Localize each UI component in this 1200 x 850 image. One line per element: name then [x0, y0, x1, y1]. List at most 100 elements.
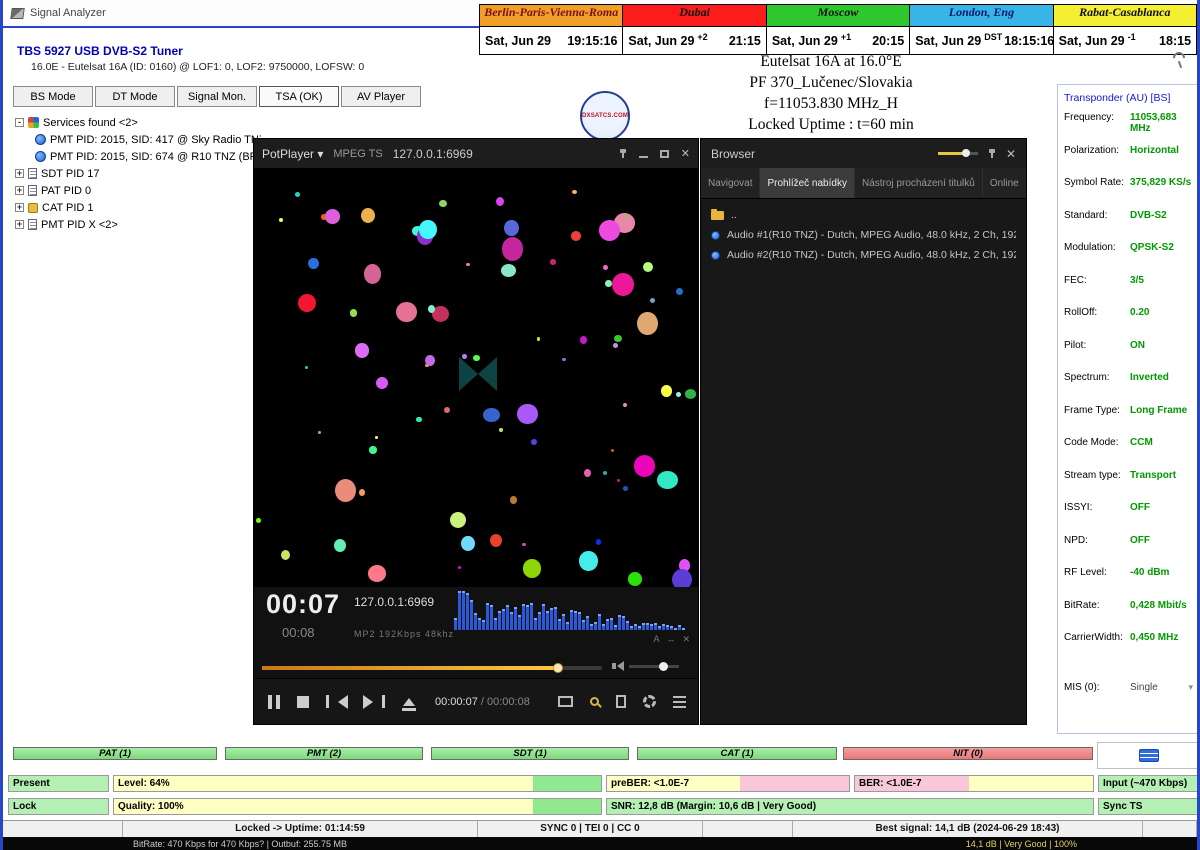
- opacity-knob[interactable]: [962, 149, 970, 157]
- stream-url-label: 127.0.0.1:6969: [393, 147, 473, 161]
- collapse-icon[interactable]: -: [15, 118, 24, 127]
- expand-icon[interactable]: +: [15, 169, 24, 178]
- pid-bar-cat-1: CAT (1): [637, 747, 837, 760]
- seek-bar[interactable]: [262, 666, 602, 670]
- eject-button[interactable]: [402, 692, 416, 711]
- browser-tab-n-stroj-proch-zen-titulk[interactable]: Nástroj procházení titulků: [855, 168, 983, 198]
- statusbar-cell: Best signal: 14,1 dB (2024-06-29 18:43): [793, 821, 1143, 837]
- volume-control[interactable]: [612, 661, 679, 671]
- tree-item-pmt-pid-2015-sid-674-r10-tnz[interactable]: PMT PID: 2015, SID: 674 @ R10 TNZ (BP-TN…: [11, 148, 261, 165]
- clock-time: 21:15: [729, 34, 761, 48]
- screen-button[interactable]: [558, 696, 573, 707]
- param-label: Symbol Rate:: [1064, 177, 1130, 188]
- transponder-row-symbol-rate: Symbol Rate:375,829 KS/s: [1058, 175, 1199, 208]
- tree-item-sdt-pid-17[interactable]: +SDT PID 17: [11, 165, 261, 182]
- opacity-slider[interactable]: [938, 152, 978, 155]
- param-value: Horizontal: [1130, 145, 1193, 156]
- tree-item-services-found-2[interactable]: -Services found <2>: [11, 114, 261, 131]
- pin-icon[interactable]: [988, 149, 996, 158]
- tab-signal-mon[interactable]: Signal Mon.: [177, 86, 257, 107]
- browser-window-buttons: ✕: [938, 147, 1016, 161]
- seek-knob[interactable]: [553, 663, 563, 673]
- next-button[interactable]: [363, 695, 387, 709]
- transponder-row-polarization: Polarization:Horizontal: [1058, 143, 1199, 176]
- clock-offset: DST: [984, 32, 1002, 42]
- clock-time: 19:15:16: [567, 34, 617, 48]
- video-shape: [478, 357, 497, 391]
- transponder-panel: Transponder (AU) [BS] Frequency:11053,68…: [1057, 84, 1200, 734]
- browser-tab-prohl-e-nab-dky[interactable]: Prohlížeč nabídky: [760, 168, 855, 198]
- browser-audio-item[interactable]: Audio #1(R10 TNZ) - Dutch, MPEG Audio, 4…: [711, 225, 1016, 245]
- param-value: CCM: [1130, 437, 1193, 448]
- volume-slider[interactable]: [629, 665, 679, 668]
- clock-moscow: MoscowSat, Jun 29+120:15: [766, 5, 909, 54]
- browser-titlebar[interactable]: Browser ✕: [701, 139, 1026, 168]
- stream-type-label: MPEG TS: [333, 148, 382, 160]
- tab-tsa-ok[interactable]: TSA (OK): [259, 86, 339, 107]
- menu-button[interactable]: [673, 694, 686, 709]
- tree-item-label: CAT PID 1: [42, 202, 94, 214]
- maximize-icon[interactable]: [660, 150, 669, 158]
- param-value: 11053,683 MHz: [1130, 112, 1193, 134]
- param-label: CarrierWidth:: [1064, 632, 1130, 643]
- close-icon[interactable]: ✕: [681, 147, 690, 160]
- mode-tabs: BS ModeDT ModeSignal Mon.TSA (OK)AV Play…: [13, 86, 421, 108]
- status-sync-ts: Sync TS: [1098, 798, 1199, 815]
- doc-icon: [28, 168, 37, 179]
- pin-icon[interactable]: [619, 149, 627, 158]
- settings-button[interactable]: [643, 695, 656, 708]
- previous-button[interactable]: [324, 695, 348, 709]
- browser-up-item[interactable]: ..: [711, 205, 1016, 225]
- param-label: Frequency:: [1064, 112, 1130, 123]
- expand-icon[interactable]: +: [15, 186, 24, 195]
- clock-city-label: London, Eng: [910, 5, 1052, 27]
- mini-icon[interactable]: A: [653, 634, 659, 645]
- status-ber: BER: <1.0E-7: [854, 775, 1094, 792]
- param-value: 0,450 MHz: [1130, 632, 1193, 643]
- clock-time: 18:15: [1159, 34, 1191, 48]
- tree-item-pmt-pid-x-2[interactable]: +PMT PID X <2>: [11, 216, 261, 233]
- time-display: 00:00:07 / 00:00:08: [435, 696, 530, 708]
- status-preber: preBER: <1.0E-7: [606, 775, 850, 792]
- mini-icon[interactable]: ✕: [682, 634, 690, 645]
- video-area[interactable]: [254, 168, 698, 587]
- tab-dt-mode[interactable]: DT Mode: [95, 86, 175, 107]
- statusbar-cell: SYNC 0 | TEI 0 | CC 0: [478, 821, 703, 837]
- clock-datetime: Sat, Jun 2919:15:16: [480, 27, 622, 54]
- param-value: 375,829 KS/s: [1130, 177, 1193, 188]
- tab-bs-mode[interactable]: BS Mode: [13, 86, 93, 107]
- clock-rabat-casablanca: Rabat-CasablancaSat, Jun 29-118:15: [1053, 5, 1196, 54]
- services-tree: -Services found <2>PMT PID: 2015, SID: 4…: [11, 114, 261, 734]
- player-info-strip: 00:07 00:08 127.0.0.1:6969 MP2 192Kbps 4…: [254, 587, 698, 657]
- param-label: Code Mode:: [1064, 437, 1130, 448]
- player-titlebar[interactable]: PotPlayer ▾ MPEG TS 127.0.0.1:6969 ✕: [254, 139, 698, 168]
- close-icon[interactable]: ✕: [1006, 147, 1016, 161]
- playlist-button[interactable]: [616, 695, 626, 708]
- annotation-overlay: Eutelsat 16A at 16.0°EPF 370_Lučenec/Slo…: [691, 51, 971, 135]
- mini-icon[interactable]: ↔: [666, 634, 675, 645]
- minimize-icon[interactable]: [639, 156, 648, 158]
- transponder-toolbox[interactable]: [1097, 742, 1200, 769]
- tree-item-cat-pid-1[interactable]: + CAT PID 1: [11, 199, 261, 216]
- browser-file-list: ..Audio #1(R10 TNZ) - Dutch, MPEG Audio,…: [701, 205, 1026, 265]
- tree-item-pat-pid-0[interactable]: +PAT PID 0: [11, 182, 261, 199]
- browser-tab-online[interactable]: Online: [983, 168, 1026, 198]
- clock-offset: +1: [841, 32, 851, 42]
- pid-bar-pat-1: PAT (1): [13, 747, 217, 760]
- volume-knob[interactable]: [659, 662, 668, 671]
- search-button[interactable]: [590, 697, 599, 706]
- player-menu-button[interactable]: PotPlayer ▾: [262, 147, 323, 161]
- param-value: Long Frame: [1130, 405, 1193, 416]
- tree-item-pmt-pid-2015-sid-417-sky-rad[interactable]: PMT PID: 2015, SID: 417 @ Sky Radio TNZ …: [11, 131, 261, 148]
- pause-button[interactable]: [266, 695, 282, 709]
- speaker-icon-cone: [612, 661, 624, 671]
- stop-button[interactable]: [297, 696, 309, 708]
- browser-audio-item[interactable]: Audio #2(R10 TNZ) - Dutch, MPEG Audio, 4…: [711, 245, 1016, 265]
- expand-icon[interactable]: +: [15, 220, 24, 229]
- chevron-down-icon[interactable]: ▾: [1188, 682, 1193, 693]
- expand-icon[interactable]: +: [15, 203, 24, 212]
- tab-av-player[interactable]: AV Player: [341, 86, 421, 107]
- param-label: RF Level:: [1064, 567, 1130, 578]
- param-value: OFF: [1130, 535, 1193, 546]
- browser-tab-navigovat[interactable]: Navigovat: [701, 168, 760, 198]
